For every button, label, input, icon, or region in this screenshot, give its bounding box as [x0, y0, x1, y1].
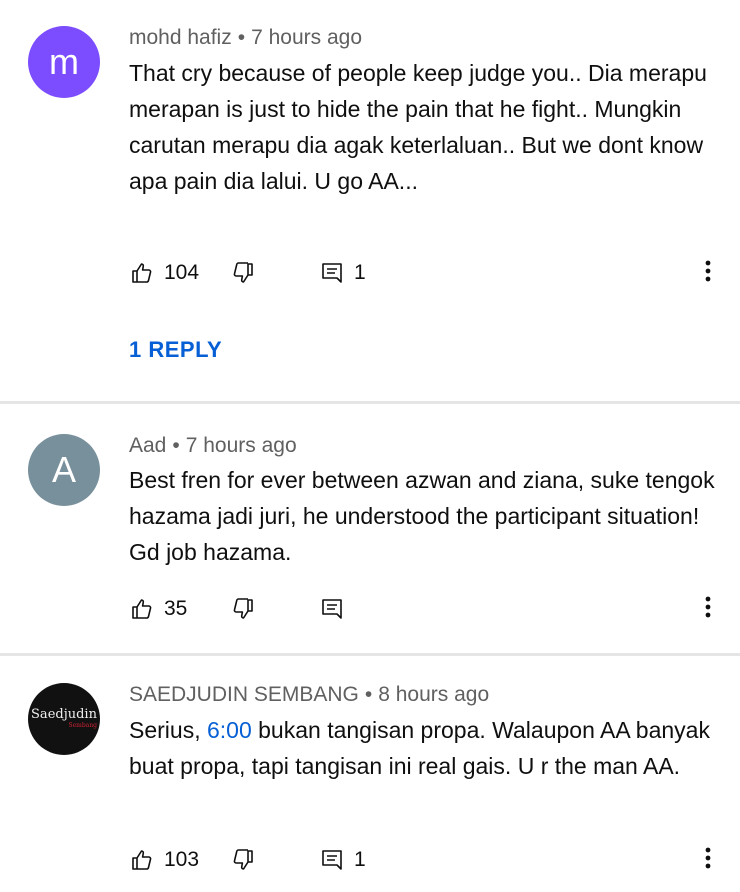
- more-actions-button[interactable]: [698, 589, 718, 629]
- comment-meta: mohd hafiz • 7 hours ago: [129, 26, 362, 50]
- thumbs-down-icon: [231, 597, 255, 621]
- divider: [0, 653, 740, 656]
- avatar[interactable]: A: [28, 434, 100, 506]
- like-count: 35: [164, 597, 188, 620]
- thumbs-up-icon: [130, 261, 154, 285]
- view-replies-link[interactable]: 1 REPLY: [129, 337, 222, 363]
- like-count: 104: [164, 261, 200, 284]
- more-vert-icon: [705, 596, 711, 623]
- like-button[interactable]: 104: [130, 253, 199, 293]
- like-count: 103: [164, 848, 200, 871]
- separator-dot: •: [364, 683, 373, 706]
- comment-text: That cry because of people keep judge yo…: [129, 60, 707, 194]
- comment-icon: [320, 597, 344, 621]
- avatar-letter: m: [49, 41, 79, 82]
- channel-logo: Saedjudin Sembang: [31, 708, 97, 730]
- more-vert-icon: [705, 847, 711, 874]
- more-actions-button[interactable]: [698, 840, 718, 880]
- logo-subtext: Sembang: [68, 722, 97, 729]
- divider: [0, 401, 740, 404]
- avatar[interactable]: Saedjudin Sembang: [28, 683, 100, 755]
- avatar-letter: A: [51, 449, 76, 490]
- dislike-button[interactable]: [231, 840, 255, 880]
- comment-meta: SAEDJUDIN SEMBANG • 8 hours ago: [129, 683, 489, 707]
- comment-icon: [320, 848, 344, 872]
- comment-time[interactable]: 8 hours ago: [378, 683, 489, 706]
- timestamp-link[interactable]: 6:00: [207, 717, 252, 743]
- dislike-button[interactable]: [231, 253, 255, 293]
- comment-text-part: Serius,: [129, 717, 207, 743]
- like-button[interactable]: 35: [130, 589, 187, 629]
- thumbs-up-icon: [130, 597, 154, 621]
- separator-dot: •: [237, 26, 246, 49]
- comment-time[interactable]: 7 hours ago: [186, 434, 297, 457]
- reply-count: 1: [354, 261, 366, 284]
- comment-time[interactable]: 7 hours ago: [251, 26, 362, 49]
- author-name[interactable]: Aad: [129, 434, 166, 457]
- more-actions-button[interactable]: [698, 253, 718, 293]
- author-name[interactable]: SAEDJUDIN SEMBANG: [129, 683, 359, 706]
- comment-meta: Aad • 7 hours ago: [129, 434, 297, 458]
- reply-button[interactable]: [320, 589, 344, 629]
- reply-count: 1: [354, 848, 366, 871]
- comment-icon: [320, 261, 344, 285]
- thumbs-down-icon: [231, 848, 255, 872]
- like-button[interactable]: 103: [130, 840, 199, 880]
- logo-text: Saedjudin: [31, 707, 97, 722]
- thumbs-down-icon: [231, 261, 255, 285]
- avatar[interactable]: m: [28, 26, 100, 98]
- comment-actions: 103 1: [0, 840, 740, 880]
- separator-dot: •: [172, 434, 180, 457]
- comment-actions: 35: [0, 589, 740, 629]
- comment-text: Best fren for ever between azwan and zia…: [129, 467, 715, 565]
- reply-button[interactable]: 1: [320, 253, 366, 293]
- comment-text: Serius, 6:00 bukan tangisan propa. Walau…: [129, 712, 719, 784]
- dislike-button[interactable]: [231, 589, 255, 629]
- more-vert-icon: [705, 260, 711, 287]
- reply-button[interactable]: 1: [320, 840, 366, 880]
- author-name[interactable]: mohd hafiz: [129, 26, 232, 49]
- comment-actions: 104 1: [0, 253, 740, 293]
- thumbs-up-icon: [130, 848, 154, 872]
